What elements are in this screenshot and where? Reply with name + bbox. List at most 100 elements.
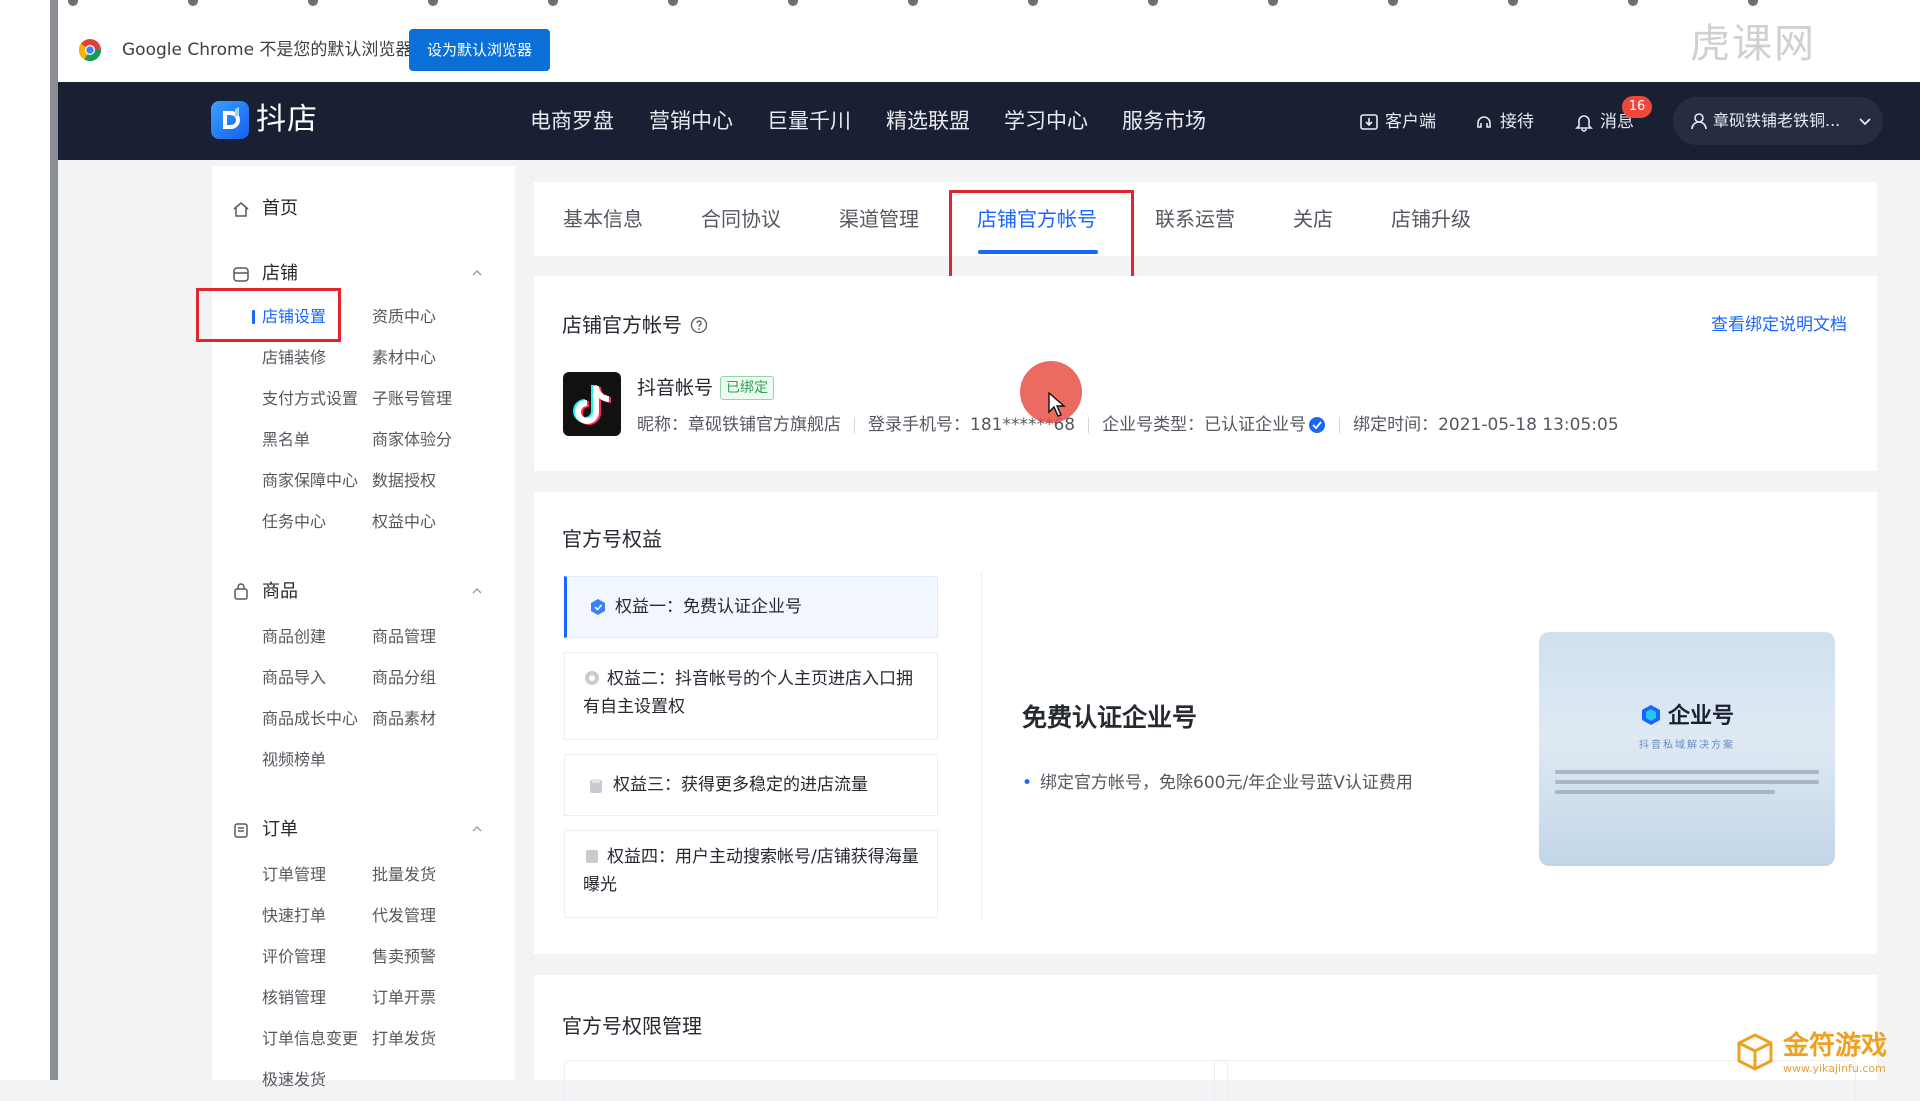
set-default-browser-button[interactable]: 设为默认浏览器: [409, 29, 550, 71]
sidebar-item-guarantee[interactable]: 商家保障中心: [262, 469, 358, 493]
sidebar-item-product-material[interactable]: 商品素材: [372, 707, 436, 731]
sidebar-item-data-auth[interactable]: 数据授权: [372, 469, 436, 493]
collapse-caret-icon[interactable]: [470, 266, 484, 280]
help-icon[interactable]: [690, 316, 708, 334]
sidebar-item-dropship[interactable]: 代发管理: [372, 904, 436, 928]
tab-shop-upgrade[interactable]: 店铺升级: [1391, 204, 1471, 234]
bookmark-icon[interactable]: [908, 0, 918, 6]
benefit-item-4[interactable]: 权益四：用户主动搜索帐号/店铺获得海量曝光: [564, 830, 938, 918]
account-nickname: 昵称：章砚铁铺官方旗舰店: [637, 415, 841, 435]
sidebar-item-product-growth[interactable]: 商品成长中心: [262, 707, 358, 731]
bookmark-icon[interactable]: [1748, 0, 1758, 6]
enterprise-account-promo-image: 企业号 抖音私域解决方案: [1539, 632, 1835, 866]
nav-item-service-market[interactable]: 服务市场: [1122, 106, 1206, 136]
enterprise-logo-icon: [1641, 705, 1660, 725]
sidebar-item-experience-score[interactable]: 商家体验分: [372, 428, 452, 452]
reception-button[interactable]: 接待: [1474, 109, 1534, 135]
logo-text[interactable]: 抖店: [256, 100, 318, 140]
sidebar-group-order[interactable]: 订单: [232, 817, 298, 843]
sidebar-item-order-manage[interactable]: 订单管理: [262, 863, 326, 887]
bookmark-icon[interactable]: [308, 0, 318, 6]
sidebar-item-product-manage[interactable]: 商品管理: [372, 625, 436, 649]
permissions-card: 官方号权限管理: [534, 975, 1877, 1101]
sidebar-item-payment[interactable]: 支付方式设置: [262, 387, 358, 411]
bookmark-icon[interactable]: [1268, 0, 1278, 6]
doudian-logo-icon[interactable]: [211, 101, 249, 139]
sidebar-item-product-group[interactable]: 商品分组: [372, 666, 436, 690]
sidebar-item-video-rank[interactable]: 视频榜单: [262, 748, 326, 772]
sidebar-item-quick-print[interactable]: 快速打单: [262, 904, 326, 928]
benefit-item-1[interactable]: 权益一：免费认证企业号: [564, 576, 938, 638]
bookmark-icon[interactable]: [1028, 0, 1038, 6]
user-name: 章砚铁铺老铁铜...: [1713, 111, 1841, 130]
box-logo-icon: [1737, 1033, 1773, 1071]
sidebar-item-batch-ship[interactable]: 批量发货: [372, 863, 436, 887]
sidebar-item-tasks[interactable]: 任务中心: [262, 510, 326, 534]
promo-brand: 企业号: [1539, 702, 1835, 732]
bookmark-icon[interactable]: [1388, 0, 1398, 6]
sidebar-item-print-ship[interactable]: 打单发货: [372, 1027, 436, 1051]
sidebar-item-product-create[interactable]: 商品创建: [262, 625, 326, 649]
bookmark-icon[interactable]: [68, 0, 78, 6]
sidebar-item-express-ship[interactable]: 极速发货: [262, 1068, 326, 1092]
chevron-down-icon: [1859, 118, 1871, 126]
tab-channels[interactable]: 渠道管理: [839, 204, 919, 234]
benefit-item-2[interactable]: 权益二：抖音帐号的个人主页进店入口拥有自主设置权: [564, 652, 938, 740]
sidebar-item-material[interactable]: 素材中心: [372, 346, 436, 370]
sidebar-item-home[interactable]: 首页: [232, 196, 298, 222]
tab-close-shop[interactable]: 关店: [1293, 204, 1333, 234]
benefit-item-3-text: 权益三：获得更多稳定的进店流量: [613, 775, 868, 795]
benefit-item-2-content: 权益二：抖音帐号的个人主页进店入口拥有自主设置权: [583, 665, 919, 721]
bookmark-icon[interactable]: [428, 0, 438, 6]
sidebar-item-rights[interactable]: 权益中心: [372, 510, 436, 534]
sidebar-item-verification[interactable]: 核销管理: [262, 986, 326, 1010]
divider: [981, 572, 982, 922]
mouse-cursor-icon: [1048, 392, 1066, 417]
sidebar-item-invoice[interactable]: 订单开票: [372, 986, 436, 1010]
bookmark-icon[interactable]: [668, 0, 678, 6]
sidebar-item-sales-alert[interactable]: 售卖预警: [372, 945, 436, 969]
sidebar-group-shop[interactable]: 店铺: [232, 261, 298, 287]
bookmark-icon[interactable]: [788, 0, 798, 6]
watermark-jinfu: 金符游戏 www.yikajinfu.com: [1735, 1028, 1915, 1078]
sidebar-item-qualification[interactable]: 资质中心: [372, 305, 436, 329]
tab-contact-ops[interactable]: 联系运营: [1155, 204, 1235, 234]
watermark-jinfu-text: 金符游戏: [1783, 1031, 1888, 1061]
nav-item-marketing[interactable]: 营销中心: [649, 106, 733, 136]
bookmark-icon[interactable]: [1148, 0, 1158, 6]
bookmark-icon[interactable]: [188, 0, 198, 6]
user-menu[interactable]: 章砚铁铺老铁铜...: [1673, 97, 1883, 145]
sidebar-item-order-change[interactable]: 订单信息变更: [262, 1027, 358, 1051]
benefit-item-4-text: 权益四：用户主动搜索帐号/店铺获得海量曝光: [583, 847, 919, 895]
binding-doc-link[interactable]: 查看绑定说明文档: [1711, 312, 1847, 338]
sidebar-item-subaccount[interactable]: 子账号管理: [372, 387, 452, 411]
sidebar-item-product-import[interactable]: 商品导入: [262, 666, 326, 690]
sidebar-item-reviews[interactable]: 评价管理: [262, 945, 326, 969]
benefit-item-3[interactable]: 权益三：获得更多稳定的进店流量: [564, 754, 938, 816]
bookmark-icon[interactable]: [1508, 0, 1518, 6]
nav-item-learning[interactable]: 学习中心: [1004, 106, 1088, 136]
bookmark-icon[interactable]: [548, 0, 558, 6]
tab-contracts[interactable]: 合同协议: [701, 204, 781, 234]
bookmark-icon[interactable]: [1628, 0, 1638, 6]
tab-basic-info[interactable]: 基本信息: [563, 204, 643, 234]
bound-status-badge: 已绑定: [720, 376, 774, 400]
collapse-caret-icon[interactable]: [470, 822, 484, 836]
divider: [1088, 417, 1090, 433]
bell-icon: [1575, 115, 1593, 132]
divider: [854, 417, 855, 433]
sidebar-group-product[interactable]: 商品: [232, 579, 298, 605]
sidebar-item-decoration[interactable]: 店铺装修: [262, 346, 326, 370]
top-nav: 抖店 电商罗盘 营销中心 巨量千川 精选联盟 学习中心 服务市场 客户端 接待 …: [58, 82, 1920, 160]
collapse-caret-icon[interactable]: [470, 584, 484, 598]
nav-item-qianchuan[interactable]: 巨量千川: [767, 106, 851, 136]
nav-item-alliance[interactable]: 精选联盟: [886, 106, 970, 136]
promo-text-line: [1555, 790, 1775, 794]
benefit-detail-desc-text: 绑定官方帐号，免除600元/年企业号蓝V认证费用: [1040, 773, 1413, 793]
watermark-jinfu-url: www.yikajinfu.com: [1783, 1062, 1886, 1075]
sidebar-item-blacklist[interactable]: 黑名单: [262, 428, 310, 452]
client-download-button[interactable]: 客户端: [1359, 109, 1436, 135]
nav-item-compass[interactable]: 电商罗盘: [530, 106, 614, 136]
douyin-logo-icon: [563, 372, 621, 436]
desktop-left-margin: [0, 0, 50, 1080]
